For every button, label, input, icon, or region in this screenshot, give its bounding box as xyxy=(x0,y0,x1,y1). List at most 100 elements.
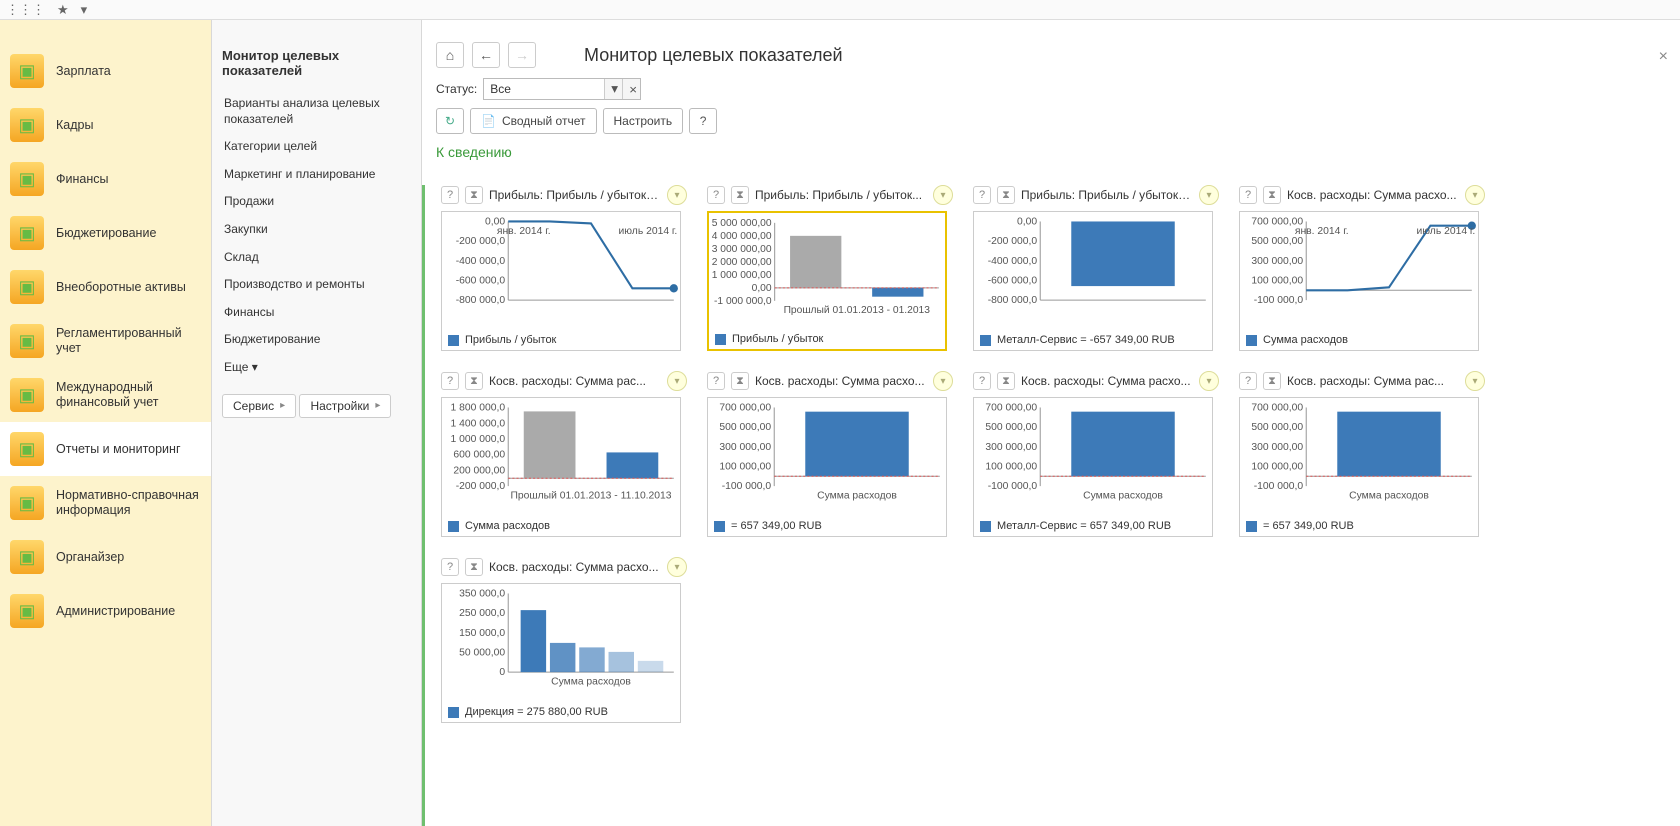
widget-help-icon[interactable]: ? xyxy=(707,372,725,390)
sidebar-item-2[interactable]: ▣Финансы xyxy=(0,152,211,206)
status-select[interactable]: Все ▾ × xyxy=(483,78,641,100)
status-dropdown-icon[interactable]: ▾ xyxy=(604,79,622,99)
kpi-widget-3[interactable]: ?⧗Косв. расходы: Сумма расхо...▾700 000,… xyxy=(1239,185,1485,351)
sidebar-item-7[interactable]: ▣Отчеты и мониторинг xyxy=(0,422,211,476)
dashboard-scroll[interactable]: ?⧗Прибыль: Прибыль / убыток, ...▾0,00-20… xyxy=(422,185,1680,826)
widget-menu-icon[interactable]: ▾ xyxy=(667,557,687,577)
widget-hourglass-icon[interactable]: ⧗ xyxy=(1263,372,1281,390)
svg-text:янв. 2014 г.: янв. 2014 г. xyxy=(497,226,551,237)
svg-text:-200 000,0: -200 000,0 xyxy=(456,236,506,247)
svg-text:Сумма расходов: Сумма расходов xyxy=(551,677,631,688)
widget-help-icon[interactable]: ? xyxy=(1239,372,1257,390)
kpi-widget-8[interactable]: ?⧗Косв. расходы: Сумма расхо...▾350 000,… xyxy=(441,557,687,723)
sidebar-item-4[interactable]: ▣Внеоборотные активы xyxy=(0,260,211,314)
subnav-link-7[interactable]: Финансы xyxy=(222,299,411,327)
subnav-link-2[interactable]: Маркетинг и планирование xyxy=(222,161,411,189)
svg-text:Сумма расходов: Сумма расходов xyxy=(1349,491,1429,502)
help-button[interactable]: ? xyxy=(689,108,717,134)
widget-hourglass-icon[interactable]: ⧗ xyxy=(465,186,483,204)
svg-text:-400 000,0: -400 000,0 xyxy=(988,256,1038,267)
svg-text:Сумма расходов: Сумма расходов xyxy=(817,491,897,502)
kpi-widget-2[interactable]: ?⧗Прибыль: Прибыль / убыток п...▾0,00-20… xyxy=(973,185,1219,351)
svg-text:1 000 000,00: 1 000 000,00 xyxy=(712,270,772,281)
sidebar-item-5[interactable]: ▣Регламентированный учет xyxy=(0,314,211,368)
kpi-widget-0[interactable]: ?⧗Прибыль: Прибыль / убыток, ...▾0,00-20… xyxy=(441,185,687,351)
subnav-link-9[interactable]: Еще ▾ xyxy=(222,354,411,382)
subnav-link-4[interactable]: Закупки xyxy=(222,216,411,244)
widget-hourglass-icon[interactable]: ⧗ xyxy=(997,186,1015,204)
star-icon[interactable]: ★ xyxy=(57,2,69,18)
svg-text:300 000,00: 300 000,00 xyxy=(985,442,1037,453)
widget-help-icon[interactable]: ? xyxy=(441,186,459,204)
close-icon[interactable]: × xyxy=(1659,48,1668,66)
svg-text:250 000,0: 250 000,0 xyxy=(459,608,505,619)
sidebar-item-6[interactable]: ▣Международный финансовый учет xyxy=(0,368,211,422)
sidebar-item-label: Органайзер xyxy=(56,550,124,565)
widget-hourglass-icon[interactable]: ⧗ xyxy=(1263,186,1281,204)
forward-button[interactable]: → xyxy=(508,42,536,68)
sidebar-item-3[interactable]: ▣Бюджетирование xyxy=(0,206,211,260)
kpi-widget-7[interactable]: ?⧗Косв. расходы: Сумма рас...▾700 000,00… xyxy=(1239,371,1485,537)
widget-menu-icon[interactable]: ▾ xyxy=(933,185,953,205)
subnav-service-button[interactable]: Сервис xyxy=(222,394,296,418)
kpi-widget-4[interactable]: ?⧗Косв. расходы: Сумма рас...▾1 800 000,… xyxy=(441,371,687,537)
widget-menu-icon[interactable]: ▾ xyxy=(1465,185,1485,205)
main-panel: × ⌂ ← → Монитор целевых показателей Стат… xyxy=(422,20,1680,826)
sidebar-item-label: Зарплата xyxy=(56,64,111,79)
svg-text:1 000 000,0: 1 000 000,0 xyxy=(451,434,506,445)
sidebar-icon: ▣ xyxy=(10,162,44,196)
sidebar-item-0[interactable]: ▣Зарплата xyxy=(0,44,211,98)
kpi-widget-1[interactable]: ?⧗Прибыль: Прибыль / убыток...▾5 000 000… xyxy=(707,185,953,351)
subnav-link-8[interactable]: Бюджетирование xyxy=(222,326,411,354)
configure-button[interactable]: Настроить xyxy=(603,108,684,134)
widget-hourglass-icon[interactable]: ⧗ xyxy=(465,372,483,390)
widget-menu-icon[interactable]: ▾ xyxy=(1465,371,1485,391)
widget-menu-icon[interactable]: ▾ xyxy=(667,185,687,205)
summary-report-button[interactable]: 📄Сводный отчет xyxy=(470,108,597,134)
widget-menu-icon[interactable]: ▾ xyxy=(667,371,687,391)
widget-hourglass-icon[interactable]: ⧗ xyxy=(731,186,749,204)
widget-menu-icon[interactable]: ▾ xyxy=(933,371,953,391)
subnav-link-1[interactable]: Категории целей xyxy=(222,133,411,161)
svg-text:100 000,00: 100 000,00 xyxy=(719,462,771,473)
widget-menu-icon[interactable]: ▾ xyxy=(1199,185,1219,205)
sidebar-item-label: Внеоборотные активы xyxy=(56,280,186,295)
svg-text:100 000,00: 100 000,00 xyxy=(1251,462,1303,473)
widget-help-icon[interactable]: ? xyxy=(973,372,991,390)
widget-menu-icon[interactable]: ▾ xyxy=(1199,371,1219,391)
sidebar-item-1[interactable]: ▣Кадры xyxy=(0,98,211,152)
widget-help-icon[interactable]: ? xyxy=(707,186,725,204)
status-clear-icon[interactable]: × xyxy=(622,79,640,99)
widget-help-icon[interactable]: ? xyxy=(441,558,459,576)
subnav-link-5[interactable]: Склад xyxy=(222,244,411,272)
svg-text:-200 000,0: -200 000,0 xyxy=(456,481,506,492)
svg-text:600 000,00: 600 000,00 xyxy=(453,450,505,461)
svg-text:-600 000,0: -600 000,0 xyxy=(456,276,506,287)
back-button[interactable]: ← xyxy=(472,42,500,68)
widget-help-icon[interactable]: ? xyxy=(1239,186,1257,204)
svg-text:350 000,0: 350 000,0 xyxy=(459,589,505,600)
dropdown-icon[interactable]: ▾ xyxy=(81,2,88,18)
kpi-widget-6[interactable]: ?⧗Косв. расходы: Сумма расхо...▾700 000,… xyxy=(973,371,1219,537)
sidebar-item-8[interactable]: ▣Нормативно-справочная информация xyxy=(0,476,211,530)
grid-icon[interactable]: ⋮⋮⋮ xyxy=(6,2,45,18)
refresh-button[interactable]: ↻ xyxy=(436,108,464,134)
widget-hourglass-icon[interactable]: ⧗ xyxy=(731,372,749,390)
sidebar-item-9[interactable]: ▣Органайзер xyxy=(0,530,211,584)
widget-hourglass-icon[interactable]: ⧗ xyxy=(465,558,483,576)
subnav-settings-button[interactable]: Настройки xyxy=(299,394,391,418)
svg-text:-100 000,0: -100 000,0 xyxy=(1254,295,1304,306)
home-button[interactable]: ⌂ xyxy=(436,42,464,68)
sidebar-item-10[interactable]: ▣Администрирование xyxy=(0,584,211,638)
widget-chart: 700 000,00500 000,00300 000,00100 000,00… xyxy=(973,397,1213,537)
subnav-link-6[interactable]: Производство и ремонты xyxy=(222,271,411,299)
widget-title: Косв. расходы: Сумма рас... xyxy=(489,374,661,388)
top-toolbar: ⋮⋮⋮ ★ ▾ xyxy=(0,0,1680,20)
section-heading: К сведению xyxy=(422,142,1680,166)
widget-hourglass-icon[interactable]: ⧗ xyxy=(997,372,1015,390)
subnav-link-3[interactable]: Продажи xyxy=(222,188,411,216)
subnav-link-0[interactable]: Варианты анализа целевых показателей xyxy=(222,90,411,133)
widget-help-icon[interactable]: ? xyxy=(973,186,991,204)
widget-help-icon[interactable]: ? xyxy=(441,372,459,390)
kpi-widget-5[interactable]: ?⧗Косв. расходы: Сумма расхо...▾700 000,… xyxy=(707,371,953,537)
